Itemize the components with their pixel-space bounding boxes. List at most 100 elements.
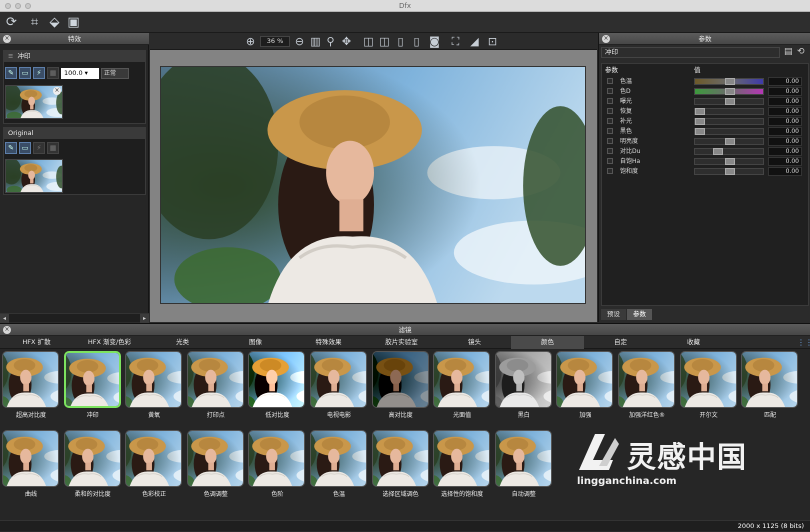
param-checkbox[interactable] [607, 158, 613, 164]
param-slider-handle[interactable] [695, 108, 705, 115]
filter-thumbnail[interactable] [371, 351, 429, 408]
param-value-input[interactable]: 0.00 [768, 77, 802, 86]
param-slider[interactable] [694, 108, 764, 115]
param-slider[interactable] [694, 128, 764, 135]
param-checkbox[interactable] [607, 108, 613, 114]
effects-scrollbar[interactable]: ◂ ▸ [0, 313, 149, 323]
param-slider[interactable] [694, 118, 764, 125]
fit-icon[interactable]: ▥ [309, 35, 322, 48]
param-slider[interactable] [694, 88, 764, 95]
filter-category-tab[interactable]: 图像 [219, 336, 292, 349]
param-slider[interactable] [694, 158, 764, 165]
filter-category-tab[interactable]: 镜头 [438, 336, 511, 349]
lightning-icon[interactable]: ⚡ [33, 142, 45, 154]
filter-thumbnail[interactable] [618, 351, 675, 408]
close-icon[interactable]: × [3, 35, 11, 43]
filter-thumbnail[interactable] [310, 351, 367, 408]
param-checkbox[interactable] [607, 118, 613, 124]
document-icon[interactable]: ▤ [784, 47, 794, 58]
param-value-input[interactable]: 0.00 [768, 127, 802, 136]
minimize-window-button[interactable] [15, 3, 21, 9]
filter-thumbnail[interactable] [494, 351, 552, 408]
filter-thumbnail[interactable] [2, 430, 59, 487]
param-value-input[interactable]: 0.00 [768, 147, 802, 156]
filter-thumbnail[interactable] [433, 430, 491, 487]
param-slider[interactable] [694, 138, 764, 145]
opacity-input[interactable]: 100.0 ▾ [61, 67, 99, 79]
param-checkbox[interactable] [607, 148, 613, 154]
param-value-input[interactable]: 0.00 [768, 107, 802, 116]
edit-icon[interactable]: ✎ [5, 142, 17, 154]
tab-parameters[interactable]: 参数 [627, 309, 652, 320]
preview-canvas[interactable] [150, 50, 597, 322]
zoom-in-icon[interactable]: ⊕ [244, 35, 257, 48]
filter-category-tab[interactable]: HFX 扩散 [0, 336, 73, 349]
param-value-input[interactable]: 0.00 [768, 157, 802, 166]
tab-presets[interactable]: 预设 [601, 309, 626, 320]
magnifier-icon[interactable]: ⚲ [324, 35, 337, 48]
crop-frame-icon[interactable]: ⛶ [449, 35, 462, 48]
single-view-icon[interactable]: ▯ [394, 35, 407, 48]
close-icon[interactable]: × [602, 35, 610, 43]
monitor-icon[interactable]: ▭ [19, 142, 31, 154]
fit-frame-icon[interactable]: ▣ [65, 14, 82, 31]
edit-icon[interactable]: ✎ [5, 67, 17, 79]
filter-thumbnail[interactable] [741, 351, 799, 408]
param-value-input[interactable]: 0.00 [768, 87, 802, 96]
loupe-icon[interactable]: ⊡ [486, 35, 499, 48]
filter-thumbnail[interactable] [310, 430, 367, 487]
filter-thumbnail[interactable] [125, 430, 183, 487]
scroll-right-icon[interactable]: ▸ [140, 314, 149, 323]
filter-category-tab[interactable]: 胶片实验室 [365, 336, 438, 349]
param-checkbox[interactable] [607, 78, 613, 84]
param-checkbox[interactable] [607, 138, 613, 144]
param-slider-handle[interactable] [713, 148, 723, 155]
blend-mode-select[interactable]: 正常 [101, 67, 129, 79]
filter-thumbnail[interactable] [248, 430, 306, 487]
filter-category-tab[interactable]: 颜色 [511, 336, 584, 349]
zoom-out-icon[interactable]: ⊖ [293, 35, 306, 48]
param-slider-handle[interactable] [725, 158, 735, 165]
param-value-input[interactable]: 0.00 [768, 167, 802, 176]
filter-thumbnail[interactable] [494, 430, 552, 487]
filter-thumbnail[interactable] [2, 351, 59, 408]
crop-icon[interactable]: ⌗ [26, 14, 43, 31]
filter-category-tab[interactable]: HFX 渐变/色彩 [73, 336, 146, 349]
param-slider-handle[interactable] [725, 98, 735, 105]
original-view-icon[interactable]: ▯ [410, 35, 423, 48]
scroll-left-icon[interactable]: ◂ [0, 314, 9, 323]
histogram-icon[interactable]: ◢ [468, 35, 481, 48]
filter-thumbnail[interactable] [433, 351, 491, 408]
param-checkbox[interactable] [607, 128, 613, 134]
param-checkbox[interactable] [607, 88, 613, 94]
zoom-level[interactable]: 36 % [260, 36, 290, 47]
param-slider-handle[interactable] [725, 88, 735, 95]
split-view-icon[interactable]: ◫ [362, 35, 375, 48]
filter-category-tab[interactable]: 自定 [584, 336, 657, 349]
effect-layer-name[interactable]: ≡ 冲印 [4, 51, 145, 62]
effect-thumbnail[interactable]: × [5, 85, 63, 119]
refresh-icon[interactable]: ⟳ [3, 14, 20, 31]
filter-thumbnail[interactable] [186, 430, 244, 487]
compare-icon[interactable]: ⬙ [46, 14, 63, 31]
original-thumbnail[interactable] [5, 159, 63, 193]
filter-thumbnail[interactable] [679, 351, 737, 408]
remove-effect-icon[interactable]: × [53, 87, 61, 95]
zoom-window-button[interactable] [25, 3, 31, 9]
param-slider-handle[interactable] [695, 128, 705, 135]
reset-icon[interactable]: ⟲ [797, 47, 807, 58]
snapshot-icon[interactable]: ◙ [428, 35, 441, 48]
param-value-input[interactable]: 0.00 [768, 117, 802, 126]
filter-thumbnail[interactable] [556, 351, 614, 408]
filter-category-tab[interactable]: 特殊效果 [292, 336, 365, 349]
filter-category-tab[interactable]: 收藏 [657, 336, 730, 349]
param-checkbox[interactable] [607, 98, 613, 104]
lightning-icon[interactable]: ⚡ [33, 67, 45, 79]
param-checkbox[interactable] [607, 168, 613, 174]
monitor-icon[interactable]: ▭ [19, 67, 31, 79]
param-slider-handle[interactable] [725, 168, 735, 175]
filter-thumbnail[interactable] [63, 351, 121, 408]
filter-thumbnail[interactable] [248, 351, 306, 408]
split-view-2-icon[interactable]: ◫ [378, 35, 391, 48]
grid-view-icon[interactable]: ⋮⋮ [797, 339, 810, 347]
